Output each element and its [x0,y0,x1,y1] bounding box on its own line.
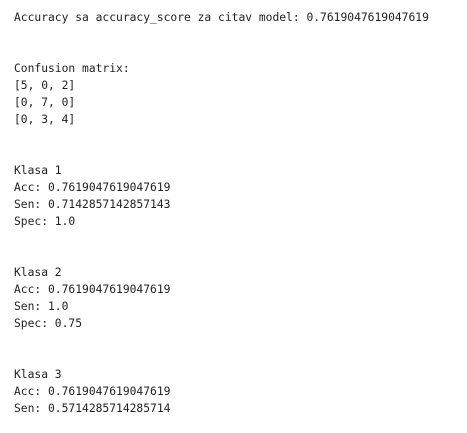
confusion-matrix-row: [0, 7, 0] [14,96,76,109]
confusion-matrix-title: Confusion matrix: [14,62,130,75]
blank-lines [14,128,467,162]
class-title: Klasa 2 [14,266,62,279]
class-title: Klasa 3 [14,368,62,381]
class-spec: Spec: 0.75 [14,317,83,330]
blank-lines [14,332,467,366]
class-sen: Sen: 0.7142857142857143 [14,198,171,211]
class-acc: Acc: 0.7619047619047619 [14,181,171,194]
console-output: Accuracy sa accuracy_score za citav mode… [14,0,467,433]
confusion-matrix-row: [5, 0, 2] [14,79,76,92]
confusion-matrix-row: [0, 3, 4] [14,113,76,126]
blank-lines [14,230,467,264]
class-acc: Acc: 0.7619047619047619 [14,385,171,398]
class-title: Klasa 1 [14,164,62,177]
class-spec: Spec: 1.0 [14,215,76,228]
class-acc: Acc: 0.7619047619047619 [14,283,171,296]
accuracy-line: Accuracy sa accuracy_score za citav mode… [14,11,429,24]
class-sen: Sen: 1.0 [14,300,69,313]
class-sen: Sen: 0.5714285714285714 [14,402,171,415]
blank-lines [14,26,467,60]
